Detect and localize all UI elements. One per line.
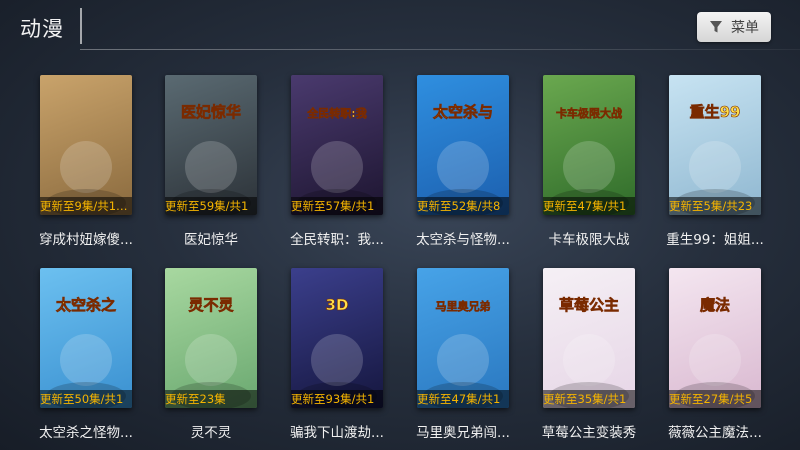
poster-artwork: 太空杀与 bbox=[417, 75, 509, 215]
poster-artwork: 草莓公主 bbox=[543, 268, 635, 408]
title-divider bbox=[80, 8, 82, 44]
poster-illustration: 重生99 bbox=[675, 103, 755, 215]
poster-image: 卡车极限大战更新至47集/共1 bbox=[543, 75, 635, 215]
poster-artwork: 马里奥兄弟 bbox=[417, 268, 509, 408]
poster-image: 更新至9集/共12集 bbox=[40, 75, 132, 215]
poster-illustration: 医妃惊华 bbox=[171, 103, 251, 215]
poster-illustration: 马里奥兄弟 bbox=[423, 299, 503, 408]
poster-title-art: 卡车极限大战 bbox=[556, 106, 622, 120]
poster-title-art: 太空杀与 bbox=[433, 103, 493, 121]
episode-update-badge: 更新至50集/共1 bbox=[40, 390, 132, 408]
poster-title-art: 全民转职:我 bbox=[306, 106, 366, 120]
menu-button[interactable]: 菜单 bbox=[697, 12, 771, 42]
episode-update-badge: 更新至52集/共8 bbox=[417, 197, 509, 215]
poster-title-art: 魔法 bbox=[700, 296, 730, 314]
poster-title: 太空杀之怪物... bbox=[39, 425, 133, 441]
poster-illustration: 太空杀之 bbox=[46, 296, 126, 408]
episode-update-badge: 更新至23集 bbox=[165, 390, 257, 408]
episode-update-badge: 更新至9集/共12集 bbox=[40, 197, 132, 215]
poster-title: 骗我下山渡劫... bbox=[290, 425, 384, 441]
poster-title: 薇薇公主魔法... bbox=[668, 425, 762, 441]
poster-title: 太空杀与怪物... bbox=[416, 232, 510, 248]
poster-artwork bbox=[40, 75, 132, 215]
poster-image: 灵不灵更新至23集 bbox=[165, 268, 257, 408]
episode-update-badge: 更新至93集/共1 bbox=[291, 390, 383, 408]
poster-artwork: 灵不灵 bbox=[165, 268, 257, 408]
episode-update-badge: 更新至5集/共23 bbox=[669, 197, 761, 215]
episode-update-badge: 更新至47集/共1 bbox=[417, 390, 509, 408]
episode-update-badge: 更新至59集/共1 bbox=[165, 197, 257, 215]
poster-image: 重生99 更新至5集/共23 bbox=[669, 75, 761, 215]
poster-image: 全民转职:我更新至57集/共1 bbox=[291, 75, 383, 215]
poster-image: 草莓公主更新至35集/共1 bbox=[543, 268, 635, 408]
poster-title: 草莓公主变装秀 bbox=[541, 425, 637, 441]
poster-illustration: 草莓公主 bbox=[549, 296, 629, 408]
poster-image: 太空杀与更新至52集/共8 bbox=[417, 75, 509, 215]
episode-update-badge: 更新至27集/共5 bbox=[669, 390, 761, 408]
header-divider-line bbox=[80, 49, 800, 50]
poster-image: 3D 更新至93集/共1 bbox=[291, 268, 383, 408]
poster-illustration: 灵不灵 bbox=[171, 296, 251, 408]
poster-artwork: 3D bbox=[291, 268, 383, 408]
menu-button-label: 菜单 bbox=[731, 20, 759, 36]
poster-illustration: 太空杀与 bbox=[423, 103, 503, 215]
poster-title: 医妃惊华 bbox=[184, 232, 238, 248]
poster-illustration: 卡车极限大战 bbox=[549, 106, 629, 215]
poster-title: 重生99：姐姐... bbox=[666, 232, 764, 248]
header-bar: 动漫 菜单 bbox=[0, 0, 800, 52]
poster-artwork: 太空杀之 bbox=[40, 268, 132, 408]
poster-artwork: 全民转职:我 bbox=[291, 75, 383, 215]
filter-funnel-icon bbox=[709, 20, 723, 34]
poster-title: 卡车极限大战 bbox=[548, 232, 630, 248]
poster-title-art: 草莓公主 bbox=[559, 296, 619, 314]
poster-illustration bbox=[46, 141, 126, 215]
poster-image: 魔法更新至27集/共5 bbox=[669, 268, 761, 408]
poster-artwork: 卡车极限大战 bbox=[543, 75, 635, 215]
poster-title-art: 太空杀之 bbox=[56, 296, 116, 314]
poster-title: 马里奥兄弟闯... bbox=[416, 425, 510, 441]
episode-update-badge: 更新至35集/共1 bbox=[543, 390, 635, 408]
poster-image: 医妃惊华更新至59集/共1 bbox=[165, 75, 257, 215]
poster-illustration: 3D bbox=[297, 296, 377, 408]
poster-title: 灵不灵 bbox=[190, 425, 232, 441]
poster-title-art: 医妃惊华 bbox=[181, 103, 241, 121]
poster-title: 穿成村妞嫁傻... bbox=[39, 232, 133, 248]
poster-illustration: 全民转职:我 bbox=[297, 106, 377, 215]
poster-image: 马里奥兄弟更新至47集/共1 bbox=[417, 268, 509, 408]
poster-title-art: 重生99 bbox=[690, 103, 741, 121]
poster-title-art: 3D bbox=[326, 296, 349, 314]
poster-image: 太空杀之更新至50集/共1 bbox=[40, 268, 132, 408]
poster-title: 全民转职：我... bbox=[290, 232, 384, 248]
poster-title-art: 马里奥兄弟 bbox=[436, 299, 491, 313]
poster-artwork: 魔法 bbox=[669, 268, 761, 408]
episode-update-badge: 更新至57集/共1 bbox=[291, 197, 383, 215]
poster-artwork: 医妃惊华 bbox=[165, 75, 257, 215]
poster-artwork: 重生99 bbox=[669, 75, 761, 215]
poster-title-art: 灵不灵 bbox=[188, 296, 234, 314]
poster-illustration: 魔法 bbox=[675, 296, 755, 408]
page-title: 动漫 bbox=[20, 17, 64, 41]
episode-update-badge: 更新至47集/共1 bbox=[543, 197, 635, 215]
